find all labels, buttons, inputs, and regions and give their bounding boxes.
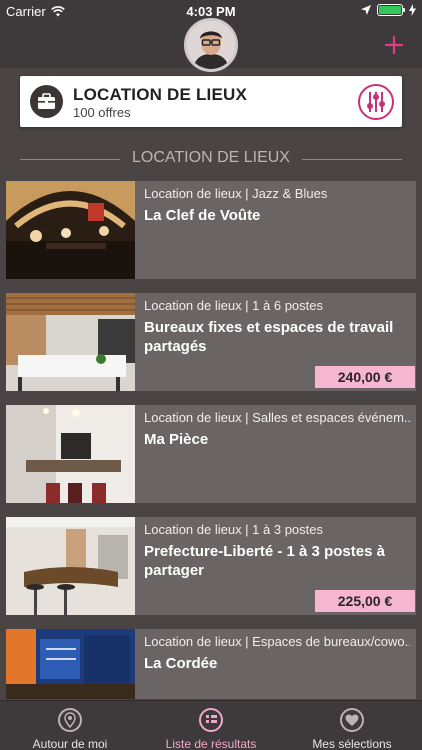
listing-title: Bureaux fixes et espaces de travail part…	[144, 319, 394, 355]
sliders-icon	[367, 92, 385, 112]
listing-meta: Location de lieux | 1 à 3 postes	[144, 522, 323, 537]
list-icon	[199, 708, 223, 732]
battery-icon	[377, 4, 405, 16]
list-item[interactable]: Location de lieux | Salles et espaces év…	[6, 405, 416, 503]
venue-photo	[6, 629, 135, 699]
list-item[interactable]: Location de lieux | 1 à 3 postes Prefect…	[6, 517, 416, 615]
venue-photo	[6, 405, 135, 503]
add-button[interactable]	[384, 30, 404, 61]
charging-bolt-icon	[409, 4, 416, 16]
venue-photo	[6, 517, 135, 615]
listing-title: La Cordée	[144, 655, 218, 672]
listing-meta: Location de lieux | Jazz & Blues	[144, 186, 328, 201]
category-count: 100 offres	[73, 105, 131, 120]
divider-right	[302, 159, 402, 160]
clock: 4:03 PM	[186, 4, 236, 19]
section-header: LOCATION DE LIEUX	[0, 149, 422, 169]
section-title: LOCATION DE LIEUX	[132, 149, 290, 166]
tab-label: Mes sélections	[312, 737, 392, 750]
listing-meta: Location de lieux | 1 à 6 postes	[144, 298, 323, 313]
tab-label: Liste de résultats	[165, 737, 257, 750]
listing-title: La Clef de Voûte	[144, 207, 261, 224]
category-title: LOCATION DE LIEUX	[73, 85, 248, 104]
tab-bar: Autour de moi Liste de résultats Mes sél…	[0, 700, 422, 750]
plus-icon	[385, 36, 403, 54]
price-badge: 225,00 €	[315, 590, 415, 612]
heart-icon	[340, 708, 364, 732]
venue-photo	[6, 293, 135, 391]
briefcase-icon	[30, 85, 63, 118]
price-badge: 240,00 €	[315, 366, 415, 388]
listing-meta: Location de lieux | Salles et espaces év…	[144, 410, 410, 425]
filter-button[interactable]	[358, 84, 394, 120]
tab-liste-de-resultats[interactable]: Liste de résultats	[140, 701, 282, 750]
list-item[interactable]: Location de lieux | Jazz & Blues La Clef…	[6, 181, 416, 279]
tab-autour-de-moi[interactable]: Autour de moi	[0, 701, 140, 750]
listing-title: Ma Pièce	[144, 431, 209, 448]
list-item[interactable]: Location de lieux | 1 à 6 postes Bureaux…	[6, 293, 416, 391]
tab-label: Autour de moi	[32, 737, 108, 750]
location-pin-icon	[58, 708, 82, 732]
tab-mes-selections[interactable]: Mes sélections	[282, 701, 422, 750]
list-item[interactable]: Location de lieux | Espaces de bureaux/c…	[6, 629, 416, 699]
category-card[interactable]: LOCATION DE LIEUX 100 offres	[20, 76, 402, 127]
listing-title: Prefecture-Liberté - 1 à 3 postes à part…	[144, 543, 385, 579]
avatar[interactable]	[184, 18, 238, 72]
user-photo-icon	[187, 21, 235, 69]
listing-meta: Location de lieux | Espaces de bureaux/c…	[144, 634, 410, 649]
venue-photo	[6, 181, 135, 279]
location-arrow-icon	[361, 5, 371, 15]
